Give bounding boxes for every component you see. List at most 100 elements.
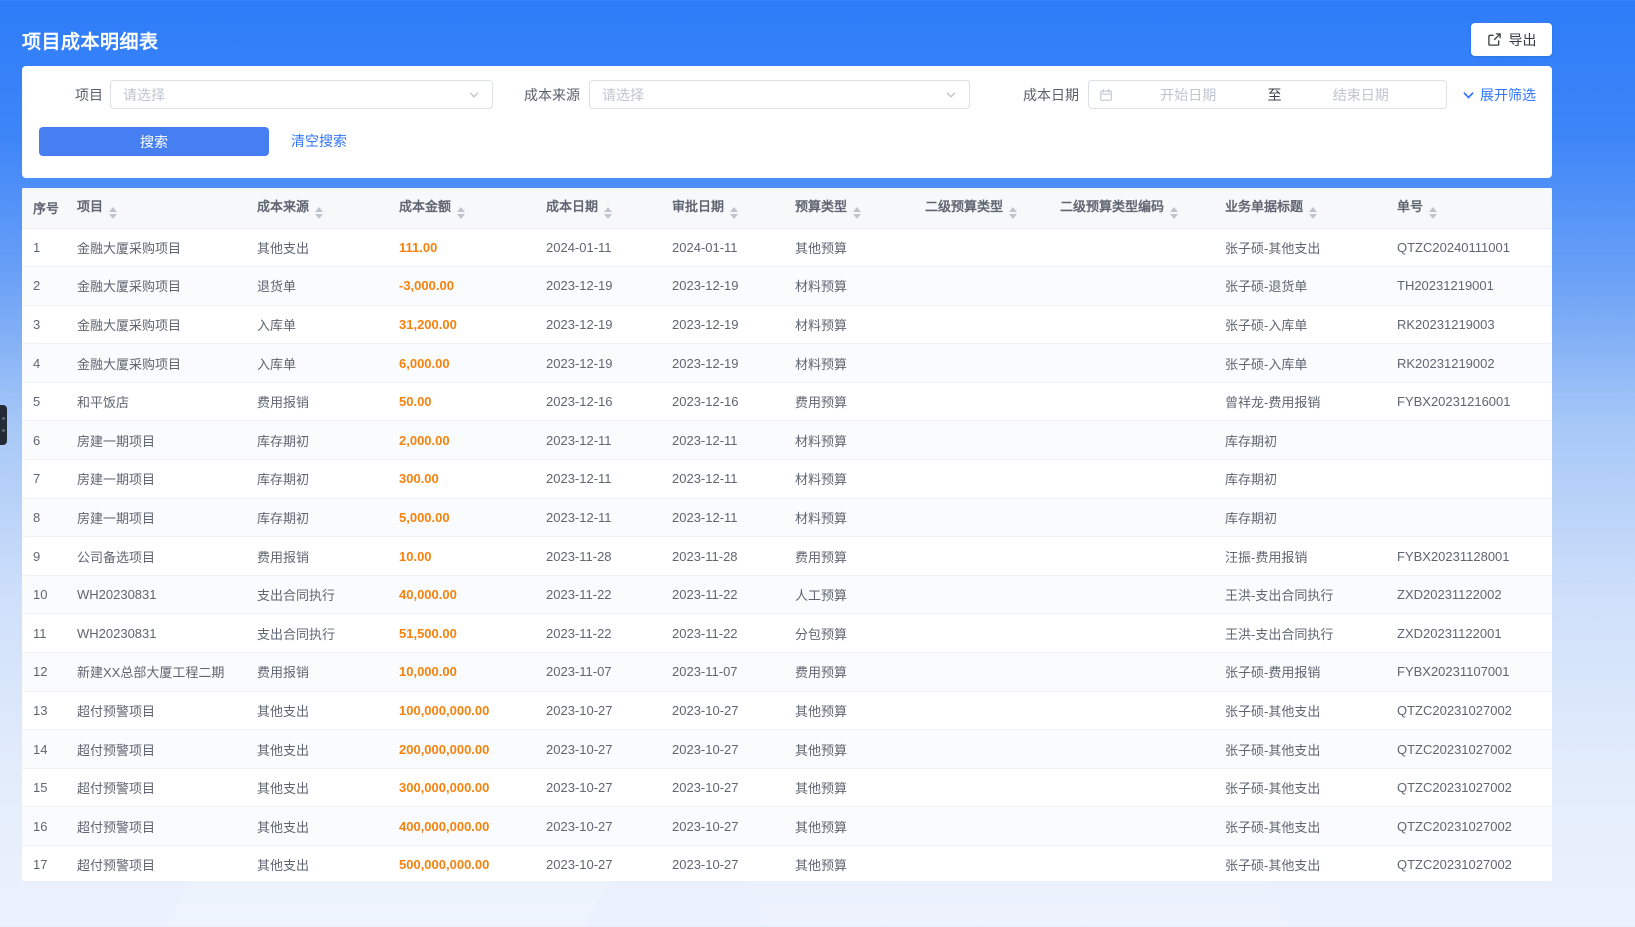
chevron-down-icon	[945, 89, 957, 101]
export-button[interactable]: 导出	[1471, 23, 1552, 56]
table-cell: 2023-10-27	[661, 730, 784, 769]
column-header-label: 二级预算类型	[925, 199, 1003, 214]
expand-filter-link[interactable]: 展开筛选	[1462, 81, 1536, 109]
table-cell: 费用报销	[246, 382, 388, 421]
table-cell	[1049, 768, 1214, 807]
search-button[interactable]: 搜索	[39, 127, 269, 156]
clear-search-link[interactable]: 清空搜索	[291, 127, 347, 156]
table-cell: WH20230831	[66, 575, 246, 614]
table-cell: 张子硕-其他支出	[1214, 730, 1386, 769]
column-header-3[interactable]: 成本金额	[388, 188, 535, 228]
table-cell	[1049, 460, 1214, 499]
table-cell: 金融大厦采购项目	[66, 344, 246, 383]
table-cell: 300,000,000.00	[388, 768, 535, 807]
table-cell: 其他支出	[246, 807, 388, 846]
table-cell: 31,200.00	[388, 305, 535, 344]
sort-icon[interactable]	[1429, 207, 1437, 219]
drawer-toggle-handle[interactable]	[0, 405, 7, 445]
sort-icon[interactable]	[853, 207, 861, 219]
sort-icon[interactable]	[315, 207, 323, 219]
column-header-6[interactable]: 预算类型	[784, 188, 914, 228]
sort-icon[interactable]	[604, 207, 612, 219]
table-cell: 2023-11-28	[535, 537, 661, 576]
table-cell	[914, 537, 1049, 576]
table-cell: QTZC20231027002	[1386, 768, 1552, 807]
column-header-label: 二级预算类型编码	[1060, 199, 1164, 214]
table-cell	[914, 498, 1049, 537]
column-header-4[interactable]: 成本日期	[535, 188, 661, 228]
cost-source-select[interactable]: 请选择	[589, 80, 970, 109]
table-cell: 材料预算	[784, 344, 914, 383]
end-date-input[interactable]: 结束日期	[1286, 85, 1437, 105]
table-cell: 公司备选项目	[66, 537, 246, 576]
table-cell	[914, 305, 1049, 344]
sort-icon[interactable]	[109, 207, 117, 219]
column-header-label: 成本日期	[546, 199, 598, 214]
table-row: 6房建一期项目库存期初2,000.002023-12-112023-12-11材…	[22, 421, 1552, 460]
table-cell: 房建一期项目	[66, 421, 246, 460]
table-cell: 库存期初	[246, 421, 388, 460]
table-cell: 入库单	[246, 305, 388, 344]
table-cell: 其他支出	[246, 228, 388, 267]
page-title: 项目成本明细表	[22, 27, 159, 54]
table-cell: 9	[22, 537, 66, 576]
column-header-7[interactable]: 二级预算类型	[914, 188, 1049, 228]
column-header-8[interactable]: 二级预算类型编码	[1049, 188, 1214, 228]
table-row: 14超付预警项目其他支出200,000,000.002023-10-272023…	[22, 730, 1552, 769]
table-cell: RK20231219003	[1386, 305, 1552, 344]
start-date-input[interactable]: 开始日期	[1113, 85, 1264, 105]
table-cell: FYBX20231128001	[1386, 537, 1552, 576]
table-cell: 费用预算	[784, 537, 914, 576]
table-row: 5和平饭店费用报销50.002023-12-162023-12-16费用预算曾祥…	[22, 382, 1552, 421]
table-cell: 其他支出	[246, 846, 388, 882]
sort-icon[interactable]	[1009, 207, 1017, 219]
table-cell: QTZC20231027002	[1386, 691, 1552, 730]
table-cell	[1049, 382, 1214, 421]
table-cell: 王洪-支出合同执行	[1214, 575, 1386, 614]
table-cell: 17	[22, 846, 66, 882]
column-header-label: 预算类型	[795, 199, 847, 214]
table-cell	[914, 614, 1049, 653]
table-row: 15超付预警项目其他支出300,000,000.002023-10-272023…	[22, 768, 1552, 807]
table-cell: 其他预算	[784, 768, 914, 807]
table-cell: 分包预算	[784, 614, 914, 653]
table-cell	[914, 846, 1049, 882]
column-header-1[interactable]: 项目	[66, 188, 246, 228]
table-cell: 费用预算	[784, 382, 914, 421]
table-cell: 2023-11-28	[661, 537, 784, 576]
table-cell: 金融大厦采购项目	[66, 305, 246, 344]
table-row: 17超付预警项目其他支出500,000,000.002023-10-272023…	[22, 846, 1552, 882]
table-cell: 汪振-费用报销	[1214, 537, 1386, 576]
table-cell: 材料预算	[784, 267, 914, 306]
table-cell: ZXD20231122002	[1386, 575, 1552, 614]
table-cell	[914, 228, 1049, 267]
table-cell: 2024-01-11	[535, 228, 661, 267]
table-cell: 2023-12-19	[661, 305, 784, 344]
table-cell: 其他支出	[246, 730, 388, 769]
sort-icon[interactable]	[1170, 207, 1178, 219]
table-row: 7房建一期项目库存期初300.002023-12-112023-12-11材料预…	[22, 460, 1552, 499]
table-cell: 新建XX总部大厦工程二期	[66, 653, 246, 692]
table-cell: 2023-12-19	[535, 305, 661, 344]
column-header-label: 成本金额	[399, 199, 451, 214]
cost-date-range-picker[interactable]: 开始日期 至 结束日期	[1088, 80, 1447, 109]
table-cell	[1386, 498, 1552, 537]
table-cell: 2023-12-19	[661, 344, 784, 383]
project-select-placeholder: 请选择	[123, 85, 468, 105]
table-cell: 2024-01-11	[661, 228, 784, 267]
table-cell	[1049, 730, 1214, 769]
table-cell: 11	[22, 614, 66, 653]
sort-icon[interactable]	[1309, 207, 1317, 219]
sort-icon[interactable]	[457, 207, 465, 219]
column-header-5[interactable]: 审批日期	[661, 188, 784, 228]
column-header-2[interactable]: 成本来源	[246, 188, 388, 228]
table-cell: 入库单	[246, 344, 388, 383]
sort-icon[interactable]	[730, 207, 738, 219]
table-cell: 50.00	[388, 382, 535, 421]
table-cell: 14	[22, 730, 66, 769]
project-select[interactable]: 请选择	[110, 80, 493, 109]
table-cell: 8	[22, 498, 66, 537]
column-header-10[interactable]: 单号	[1386, 188, 1552, 228]
column-header-9[interactable]: 业务单据标题	[1214, 188, 1386, 228]
table-cell	[1049, 575, 1214, 614]
